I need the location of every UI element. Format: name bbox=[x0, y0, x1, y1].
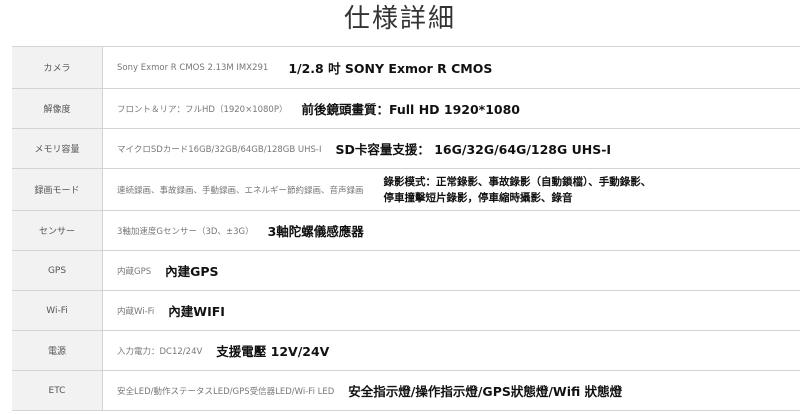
table-row-etc: ETC 安全LED/動作ステータスLED/GPS受信器LED/Wi-Fi LED… bbox=[12, 371, 800, 411]
row-value: 内蔵GPS 內建GPS bbox=[103, 251, 800, 290]
japanese-text: フロント＆リア：フルHD（1920×1080P） bbox=[117, 104, 288, 115]
row-label: メモリ容量 bbox=[12, 129, 103, 168]
row-value: マイクロSDカード16GB/32GB/64GB/128GB UHS-I SD卡容… bbox=[103, 129, 800, 168]
chinese-text: 安全指示燈/操作指示燈/GPS狀態燈/Wifi 狀態燈 bbox=[348, 384, 623, 399]
chinese-text: SD卡容量支援： 16G/32G/64G/128G UHS-I bbox=[335, 142, 612, 157]
row-label: GPS bbox=[12, 251, 103, 290]
japanese-text: Sony Exmor R CMOS 2.13M IMX291 bbox=[117, 62, 269, 73]
row-label: 電源 bbox=[12, 331, 103, 370]
table-row-sensor: センサー 3軸加速度Gセンサー（3D、±3G） 3軸陀螺儀感應器 bbox=[12, 211, 800, 251]
chinese-text: 內建GPS bbox=[165, 264, 219, 279]
chinese-text: 內建WIFI bbox=[168, 304, 225, 319]
page-title: 仕様詳細 bbox=[343, 4, 456, 34]
row-value: フロント＆リア：フルHD（1920×1080P） 前後鏡頭畫質：Full HD … bbox=[103, 89, 800, 128]
table-row-gps: GPS 内蔵GPS 內建GPS bbox=[12, 251, 800, 291]
row-value: 3軸加速度Gセンサー（3D、±3G） 3軸陀螺儀感應器 bbox=[103, 211, 800, 250]
japanese-text: 内蔵GPS bbox=[117, 266, 152, 277]
table-row-resolution: 解像度 フロント＆リア：フルHD（1920×1080P） 前後鏡頭畫質：Full… bbox=[12, 89, 800, 129]
row-label: ETC bbox=[12, 371, 103, 410]
row-value: 内蔵Wi-Fi 內建WIFI bbox=[103, 291, 800, 330]
chinese-text: 3軸陀螺儀感應器 bbox=[267, 224, 364, 239]
chinese-text: 支援電壓 12V/24V bbox=[216, 344, 330, 359]
row-value: 連続録画、事故録画、手動録画、エネルギー節約録画、音声録画 錄影模式：正常錄影、… bbox=[103, 169, 800, 210]
japanese-text: 連続録画、事故録画、手動録画、エネルギー節約録画、音声録画 bbox=[117, 185, 364, 196]
row-label: 解像度 bbox=[12, 89, 103, 128]
chinese-text-line: 錄影模式：正常錄影、事故錄影（自動鎖檔）、手動錄影、 bbox=[383, 175, 652, 188]
spec-table: カメラ Sony Exmor R CMOS 2.13M IMX291 1/2.8… bbox=[12, 46, 800, 411]
table-row-power: 電源 入力電力：DC12/24V 支援電壓 12V/24V bbox=[12, 331, 800, 371]
japanese-text: 3軸加速度Gセンサー（3D、±3G） bbox=[117, 226, 254, 237]
table-row-memory: メモリ容量 マイクロSDカード16GB/32GB/64GB/128GB UHS-… bbox=[12, 129, 800, 169]
row-label: Wi-Fi bbox=[12, 291, 103, 330]
japanese-text: 安全LED/動作ステータスLED/GPS受信器LED/Wi-Fi LED bbox=[117, 386, 335, 397]
row-label: 録画モード bbox=[12, 169, 103, 210]
row-label: カメラ bbox=[12, 47, 103, 88]
japanese-text: 入力電力：DC12/24V bbox=[117, 346, 203, 357]
table-row-camera: カメラ Sony Exmor R CMOS 2.13M IMX291 1/2.8… bbox=[12, 47, 800, 89]
table-row-recording-mode: 録画モード 連続録画、事故録画、手動録画、エネルギー節約録画、音声録画 錄影模式… bbox=[12, 169, 800, 211]
japanese-text: 内蔵Wi-Fi bbox=[117, 306, 155, 317]
row-value: 安全LED/動作ステータスLED/GPS受信器LED/Wi-Fi LED 安全指… bbox=[103, 371, 800, 410]
chinese-text-block: 錄影模式：正常錄影、事故錄影（自動鎖檔）、手動錄影、 停車撞擊短片錄影，停車縮時… bbox=[384, 174, 652, 206]
row-value: Sony Exmor R CMOS 2.13M IMX291 1/2.8 吋 S… bbox=[103, 47, 800, 88]
chinese-text: 1/2.8 吋 SONY Exmor R CMOS bbox=[288, 61, 493, 76]
chinese-text: 前後鏡頭畫質：Full HD 1920*1080 bbox=[301, 102, 520, 117]
chinese-text-line: 停車撞擊短片錄影，停車縮時攝影、錄音 bbox=[383, 191, 573, 204]
row-label: センサー bbox=[12, 211, 103, 250]
table-row-wifi: Wi-Fi 内蔵Wi-Fi 內建WIFI bbox=[12, 291, 800, 331]
japanese-text: マイクロSDカード16GB/32GB/64GB/128GB UHS-I bbox=[117, 144, 322, 155]
row-value: 入力電力：DC12/24V 支援電壓 12V/24V bbox=[103, 331, 800, 370]
